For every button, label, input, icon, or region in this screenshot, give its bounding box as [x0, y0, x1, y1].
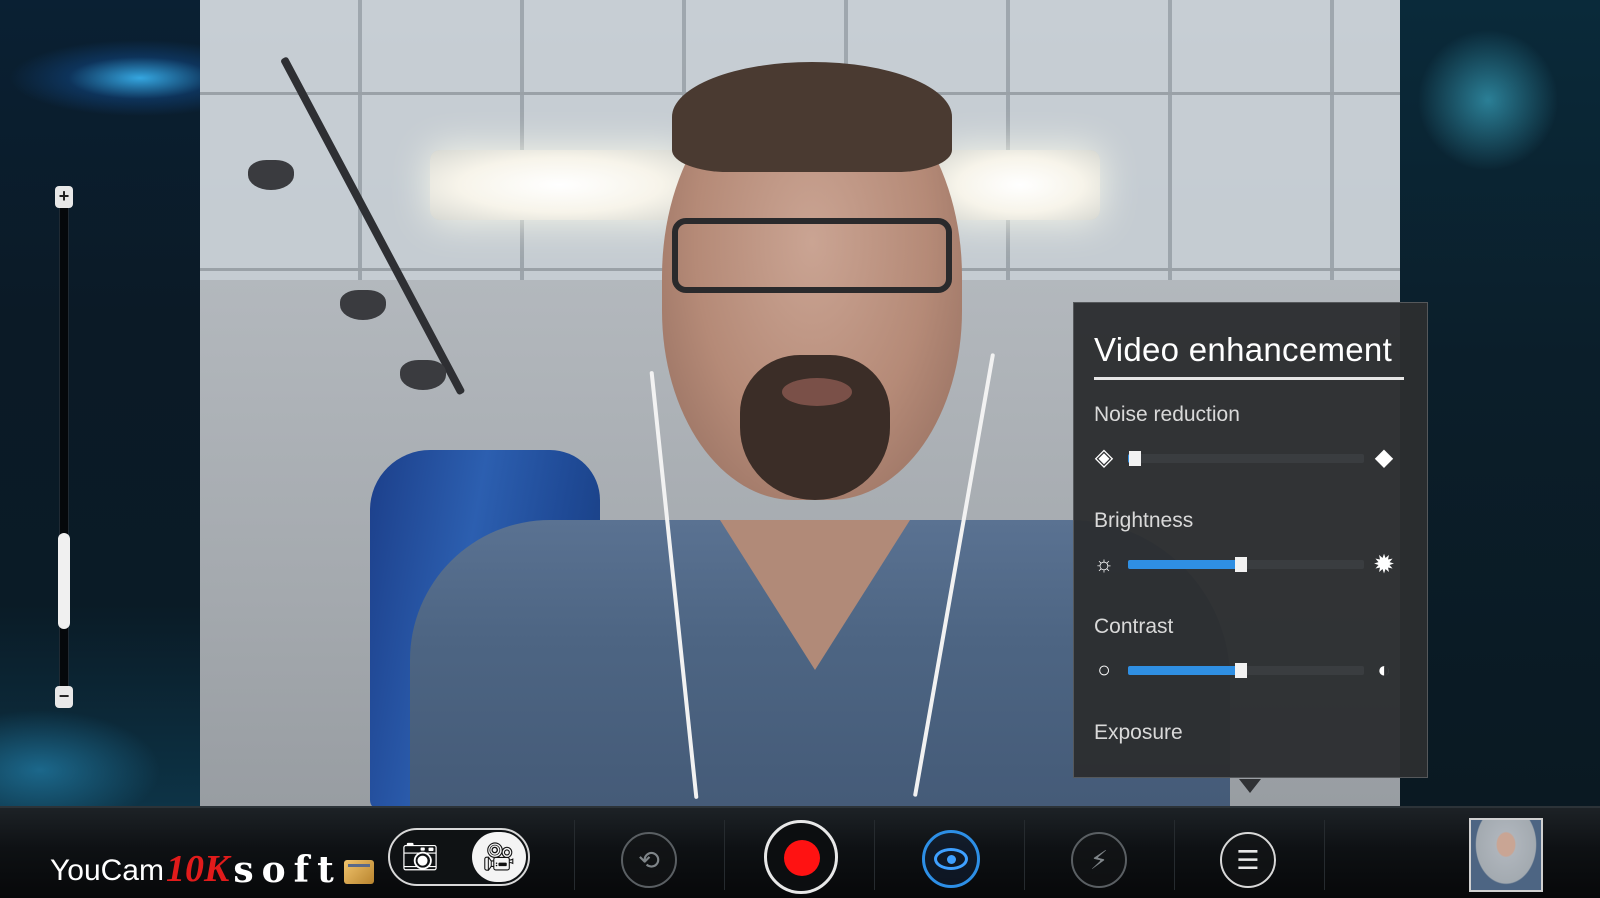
eye-pupil: [947, 855, 956, 864]
video-enhancement-panel: Video enhancement Noise reduction ◈ ◆ Br…: [1073, 302, 1428, 793]
zoom-track[interactable]: [59, 186, 69, 708]
slider-fill: [1128, 666, 1241, 675]
track-spotlight: [340, 290, 386, 320]
person-glasses: [672, 218, 952, 293]
noise-reduction-label: Noise reduction: [1094, 403, 1240, 426]
settings-button[interactable]: ☰: [1220, 832, 1276, 888]
slider-track[interactable]: [1128, 451, 1364, 466]
last-capture-thumbnail[interactable]: [1469, 818, 1543, 892]
title-underline: [1094, 377, 1404, 380]
person-mouth: [782, 378, 852, 406]
brand-youcam-text: YouCam: [50, 854, 164, 887]
toolbar-divider: [724, 820, 725, 890]
switch-camera-icon: ⟲: [638, 845, 660, 875]
slider-thumb[interactable]: [1129, 451, 1141, 466]
package-icon: [343, 860, 374, 884]
adjustments-icon: ☰: [1236, 845, 1260, 875]
panel-title: Video enhancement: [1094, 331, 1393, 368]
person-beard: [740, 355, 890, 500]
slider-thumb[interactable]: [1235, 663, 1247, 678]
zoom-out-button[interactable]: −: [55, 686, 73, 708]
slider-track[interactable]: [1128, 663, 1364, 678]
brand-10k-text: 10K: [165, 848, 230, 890]
video-camera-icon[interactable]: 🎥︎: [472, 832, 526, 882]
camera-icon[interactable]: 📷︎: [398, 836, 442, 880]
brightness-label: Brightness: [1094, 509, 1194, 532]
brightness-high-icon: ✹: [1373, 549, 1395, 579]
noise-reduction-slider[interactable]: ◈ ◆: [1094, 443, 1394, 473]
toolbar-divider: [874, 820, 875, 890]
left-background-panel: [0, 0, 200, 806]
record-button[interactable]: [764, 820, 838, 894]
zoom-slider[interactable]: + −: [55, 186, 73, 708]
slider-track[interactable]: [1128, 557, 1364, 572]
capture-mode-toggle[interactable]: 📷︎ 🎥︎: [388, 828, 530, 886]
zoom-handle[interactable]: [58, 533, 70, 629]
toolbar-divider: [1024, 820, 1025, 890]
record-icon: [784, 840, 820, 876]
bottom-toolbar: YouCam 10K soft 📷︎ 🎥︎ ⟲ ⚡︎ ☰: [0, 806, 1600, 898]
person-hair: [672, 62, 952, 172]
contrast-high-icon: ◐: [1377, 657, 1391, 682]
ceiling-light: [940, 150, 1100, 220]
brightness-slider[interactable]: ☼ ✹: [1094, 549, 1395, 579]
video-enhancement-button[interactable]: [922, 830, 980, 888]
brand-soft-text: soft: [233, 849, 342, 891]
panel-pointer: [1239, 779, 1261, 793]
contrast-low-icon: ○: [1097, 657, 1111, 682]
track-spotlight: [400, 360, 446, 390]
noise-low-icon: ◈: [1094, 444, 1114, 471]
contrast-label: Contrast: [1094, 615, 1174, 638]
contrast-slider[interactable]: ○ ◐: [1094, 655, 1394, 685]
brand-logo: YouCam 10K soft: [50, 848, 374, 888]
right-background-panel: [1400, 0, 1600, 806]
flash-button[interactable]: ⚡︎: [1071, 832, 1127, 888]
toolbar-divider: [574, 820, 575, 890]
flash-icon: ⚡︎: [1089, 845, 1109, 875]
ceiling-light: [430, 150, 690, 220]
eye-icon: [934, 848, 968, 870]
switch-camera-button[interactable]: ⟲: [621, 832, 677, 888]
zoom-in-button[interactable]: +: [55, 186, 73, 208]
track-spotlight: [248, 160, 294, 190]
slider-fill: [1128, 560, 1241, 569]
toolbar-divider: [1174, 820, 1175, 890]
brightness-low-icon: ☼: [1093, 551, 1115, 576]
slider-thumb[interactable]: [1235, 557, 1247, 572]
toolbar-divider: [1324, 820, 1325, 890]
noise-high-icon: ◆: [1374, 444, 1394, 471]
exposure-label: Exposure: [1094, 721, 1183, 744]
